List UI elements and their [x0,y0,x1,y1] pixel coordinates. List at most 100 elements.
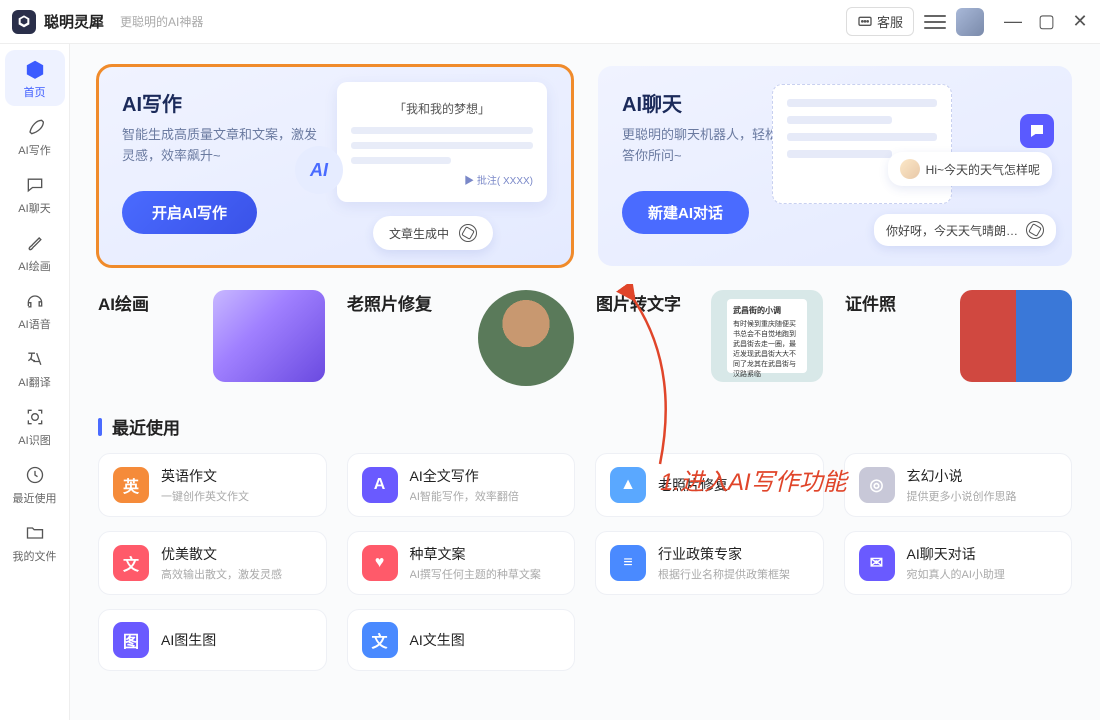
recent-title: AI聊天对话 [907,544,1058,564]
clock-icon [24,464,46,486]
generating-pill: 文章生成中 [373,216,493,250]
recent-item[interactable]: A AI全文写作 AI智能写作，效率翻倍 [347,453,576,517]
recent-item[interactable]: ≡ 行业政策专家 根据行业名称提供政策框架 [595,531,824,595]
minimize-icon[interactable]: — [1004,11,1020,32]
recent-title: AI图生图 [161,630,312,650]
recent-item[interactable]: ▲ 老照片修复 [595,453,824,517]
recent-sub: 高效输出散文，激发灵感 [161,566,312,582]
sidebar-item-files[interactable]: 我的文件 [5,514,65,570]
sidebar-item-voice[interactable]: AI语音 [5,282,65,338]
hero-write-desc: 智能生成高质量文章和文案，激发灵感，效率飙升~ [122,125,322,167]
recent-icon: ♥ [362,545,398,581]
recent-icon: ✉ [859,545,895,581]
customer-service-button[interactable]: 客服 [846,7,914,36]
recent-title: 行业政策专家 [658,544,809,564]
new-ai-chat-button[interactable]: 新建AI对话 [622,191,749,234]
recent-title: AI文生图 [410,630,561,650]
recent-sub: AI智能写作，效率翻倍 [410,488,561,504]
recent-item[interactable]: 文 优美散文 高效输出散文，激发灵感 [98,531,327,595]
recent-icon: 英 [113,467,149,503]
recent-icon: 文 [362,622,398,658]
menu-icon[interactable] [924,11,946,33]
sidebar-item-draw[interactable]: AI绘画 [5,224,65,280]
avatar[interactable] [956,8,984,36]
brush-icon [24,232,46,254]
hero-write-illustration: 「我和我的梦想」 ▶ 批注( XXXX) AI 文章生成中 [323,86,558,256]
sidebar-label: AI语音 [18,316,50,332]
section-heading: 最近使用 [112,414,180,439]
customer-service-label: 客服 [877,12,903,31]
recent-title: 英语作文 [161,466,312,486]
sidebar-item-recent[interactable]: 最近使用 [5,456,65,512]
feature-title: 证件照 [845,290,896,315]
recent-grid: 英 英语作文 一键创作英文作文 A AI全文写作 AI智能写作，效率翻倍 ▲ 老… [98,453,1072,671]
recent-item[interactable]: ♥ 种草文案 AI撰写任何主题的种草文案 [347,531,576,595]
folder-icon [24,522,46,544]
recent-icon: 图 [113,622,149,658]
feature-thumb [960,290,1072,382]
feature-id-photo[interactable]: 证件照 [845,290,1072,386]
logo-icon [12,10,36,34]
recent-item[interactable]: 文 AI文生图 [347,609,576,671]
recent-sub: 根据行业名称提供政策框架 [658,566,809,582]
hero-write-card[interactable]: AI写作 智能生成高质量文章和文案，激发灵感，效率飙升~ 开启AI写作 「我和我… [98,66,572,266]
feature-ocr[interactable]: 图片转文字 武昌街的小调有时候到重庆随便买书总会不自觉地跑到武昌街去走一圈，最近… [596,290,823,386]
close-icon[interactable]: ✕ [1072,11,1088,32]
sidebar: 首页 AI写作 AI聊天 AI绘画 AI语音 AI翻译 AI识图 最近使用 [0,44,70,720]
hero-chat-card[interactable]: AI聊天 更聪明的聊天机器人，轻松对话，答你所问~ 新建AI对话 Hi~今天的天… [598,66,1072,266]
sidebar-label: 最近使用 [13,490,57,506]
headphone-icon [24,290,46,312]
sidebar-item-home[interactable]: 首页 [5,50,65,106]
start-ai-write-button[interactable]: 开启AI写作 [122,191,257,234]
feature-title: 图片转文字 [596,290,681,315]
chat-icon [24,174,46,196]
main-content: AI写作 智能生成高质量文章和文案，激发灵感，效率飙升~ 开启AI写作 「我和我… [70,44,1100,720]
hero-chat-illustration: Hi~今天的天气怎样呢 你好呀，今天天气晴朗… [772,84,1052,264]
recent-item[interactable]: ✉ AI聊天对话 宛如真人的AI小助理 [844,531,1073,595]
feature-photo-restore[interactable]: 老照片修复 [347,290,574,386]
ai-badge-icon: AI [295,146,343,194]
paper-quote: 「我和我的梦想」 [351,100,533,117]
feature-title: AI绘画 [98,290,149,315]
feature-row: AI绘画 老照片修复 图片转文字 武昌街的小调有时候到重庆随便买书总会不自觉地跑… [98,290,1072,386]
chat-bubble-user: Hi~今天的天气怎样呢 [888,152,1052,186]
recent-title: AI全文写作 [410,466,561,486]
sidebar-item-translate[interactable]: AI翻译 [5,340,65,396]
recent-icon: 文 [113,545,149,581]
app-mini-icon [1026,221,1044,239]
home-icon [24,58,46,80]
sidebar-label: AI翻译 [18,374,50,390]
chat-bubble-ai: 你好呀，今天天气晴朗… [874,214,1056,246]
app-mini-icon [459,224,477,242]
section-recent: 最近使用 [98,414,1072,439]
recent-sub: AI撰写任何主题的种草文案 [410,566,561,582]
scan-icon [24,406,46,428]
feature-thumb: 武昌街的小调有时候到重庆随便买书总会不自觉地跑到武昌街去走一圈，最近发现武昌街大… [711,290,823,382]
recent-item[interactable]: 图 AI图生图 [98,609,327,671]
recent-sub: 宛如真人的AI小助理 [907,566,1058,582]
recent-title: 优美散文 [161,544,312,564]
recent-title: 种草文案 [410,544,561,564]
paper-note: ▶ 批注( XXXX) [351,172,533,187]
recent-sub: 提供更多小说创作思路 [907,488,1058,504]
recent-icon: ▲ [610,467,646,503]
maximize-icon[interactable]: ▢ [1038,11,1054,32]
recent-title: 玄幻小说 [907,466,1058,486]
recent-icon: A [362,467,398,503]
titlebar-right: 客服 — ▢ ✕ [846,7,1088,36]
sidebar-label: 首页 [24,84,46,100]
translate-icon [24,348,46,370]
recent-item[interactable]: ◎ 玄幻小说 提供更多小说创作思路 [844,453,1073,517]
recent-item[interactable]: 英 英语作文 一键创作英文作文 [98,453,327,517]
feature-ai-draw[interactable]: AI绘画 [98,290,325,386]
recent-title: 老照片修复 [658,475,809,495]
sidebar-item-chat[interactable]: AI聊天 [5,166,65,222]
chat-fab-icon [1020,114,1054,148]
logo: 聪明灵犀 更聪明的AI神器 [12,10,203,34]
sidebar-item-vision[interactable]: AI识图 [5,398,65,454]
feather-icon [24,116,46,138]
recent-sub: 一键创作英文作文 [161,488,312,504]
titlebar: 聪明灵犀 更聪明的AI神器 客服 — ▢ ✕ [0,0,1100,44]
sidebar-item-write[interactable]: AI写作 [5,108,65,164]
sidebar-label: AI绘画 [18,258,50,274]
